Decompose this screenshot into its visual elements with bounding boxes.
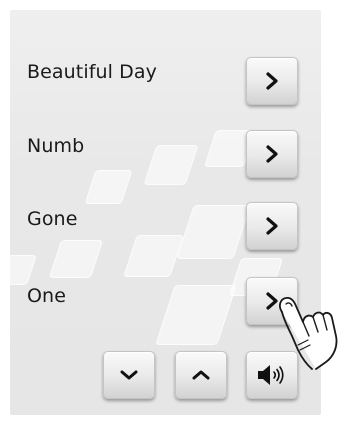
scroll-down-button[interactable]	[103, 351, 155, 399]
background-tile	[48, 240, 104, 278]
play-song-button-one[interactable]	[246, 277, 298, 325]
chevron-right-icon	[266, 292, 278, 310]
chevron-down-icon	[120, 370, 138, 380]
background-tile	[143, 145, 199, 185]
play-song-button-beautiful-day[interactable]	[246, 57, 298, 105]
song-title-one: One	[27, 285, 66, 307]
volume-button[interactable]	[246, 351, 298, 399]
background-tile	[10, 255, 37, 285]
play-song-button-gone[interactable]	[246, 202, 298, 250]
scroll-up-button[interactable]	[175, 351, 227, 399]
song-title-numb: Numb	[27, 135, 85, 157]
speaker-volume-icon	[258, 365, 284, 385]
song-title-beautiful-day: Beautiful Day	[27, 61, 158, 83]
background-tile	[123, 235, 184, 277]
song-title-gone: Gone	[27, 208, 78, 230]
chevron-up-icon	[192, 370, 210, 380]
background-tile	[84, 170, 133, 204]
music-player-panel: Beautiful Day Numb Gone One	[10, 10, 321, 415]
background-tile	[176, 205, 251, 259]
chevron-right-icon	[266, 145, 278, 163]
background-tile	[155, 285, 237, 345]
chevron-right-icon	[266, 72, 278, 90]
play-song-button-numb[interactable]	[246, 130, 298, 178]
chevron-right-icon	[266, 217, 278, 235]
